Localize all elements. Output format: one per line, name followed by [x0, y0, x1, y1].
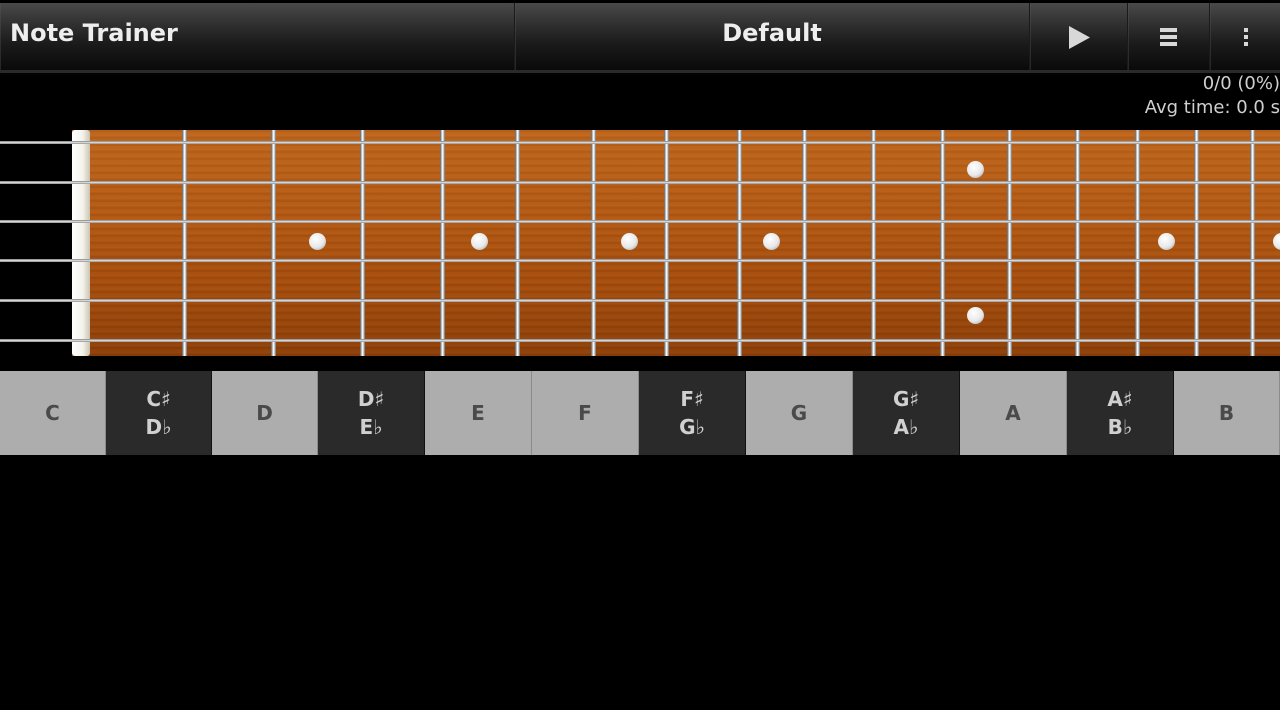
score-text: 0/0 (0%)	[1202, 73, 1280, 94]
note-key-label: C	[45, 401, 60, 425]
note-key-label: B	[1218, 401, 1235, 425]
note-key-c[interactable]: C	[0, 371, 106, 455]
fret-marker-dot	[309, 232, 326, 250]
note-key-g-sharp[interactable]: G♯ A♭	[853, 371, 960, 455]
fret-marker-dot	[1158, 232, 1175, 250]
overflow-menu-button[interactable]	[1209, 3, 1280, 70]
avg-time-text: Avg time: 0.0 s	[1144, 97, 1280, 118]
note-key-g[interactable]: G	[746, 371, 853, 455]
note-key-d-sharp[interactable]: D♯ E♭	[318, 371, 425, 455]
note-key-f-sharp[interactable]: F♯ G♭	[639, 371, 746, 455]
note-key-enharmonic-label: B♭	[1107, 415, 1133, 439]
string-4	[0, 259, 1280, 262]
note-key-d[interactable]: D	[212, 371, 318, 455]
note-key-enharmonic-label: E♭	[359, 415, 383, 439]
note-key-label: D	[256, 401, 273, 425]
fret-4	[440, 130, 445, 356]
note-key-label: C♯	[146, 387, 171, 411]
score-panel: 0/0 (0%) Avg time: 0.0 s	[1145, 72, 1280, 120]
note-key-enharmonic-label: A♭	[893, 415, 919, 439]
nut	[72, 130, 90, 356]
fretboard[interactable]	[0, 128, 1280, 358]
list-menu-icon	[1160, 28, 1177, 46]
note-key-enharmonic-label: D♭	[145, 415, 172, 439]
preset-title: Default	[722, 19, 822, 47]
note-key-label: D♯	[357, 387, 385, 411]
fret-7	[664, 130, 669, 356]
play-icon	[1069, 26, 1090, 49]
fret-13	[1075, 130, 1080, 356]
fret-12	[1007, 130, 1012, 356]
fret-11	[940, 130, 945, 356]
fret-marker-dot	[967, 306, 984, 324]
fretboard-wood	[72, 130, 1280, 356]
note-key-label: G♯	[892, 387, 920, 411]
action-bar: Note Trainer Default	[0, 0, 1280, 73]
string-3	[0, 220, 1280, 223]
note-key-label: F♯	[680, 387, 704, 411]
note-key-b[interactable]: B	[1174, 371, 1280, 455]
note-key-label: G	[790, 401, 808, 425]
fret-marker-dot	[967, 160, 984, 178]
fret-marker-dot	[471, 232, 488, 250]
fret-6	[591, 130, 596, 356]
fret-14	[1135, 130, 1140, 356]
fret-marker-dot	[763, 232, 780, 250]
string-6	[0, 339, 1280, 342]
note-key-a-sharp[interactable]: A♯ B♭	[1067, 371, 1174, 455]
fret-9	[802, 130, 807, 356]
fret-8	[737, 130, 742, 356]
action-bar-divider	[0, 70, 1280, 73]
note-key-a[interactable]: A	[960, 371, 1067, 455]
fret-5	[515, 130, 520, 356]
note-keyboard: C C♯ D♭ D D♯ E♭ E F F♯ G♭ G G♯ A♭ A A♯ B♭ B	[0, 371, 1280, 455]
overflow-menu-icon	[1244, 28, 1248, 46]
fret-2	[271, 130, 276, 356]
note-key-label: A♯	[1107, 387, 1133, 411]
fret-1	[182, 130, 187, 356]
string-1	[0, 141, 1280, 144]
fret-10	[871, 130, 876, 356]
play-button[interactable]	[1029, 3, 1127, 70]
preset-selector[interactable]: Default	[514, 3, 1029, 70]
note-key-label: A	[1005, 401, 1021, 425]
fret-15	[1194, 130, 1199, 356]
string-5	[0, 299, 1280, 302]
note-key-c-sharp[interactable]: C♯ D♭	[106, 371, 212, 455]
note-key-f[interactable]: F	[532, 371, 639, 455]
note-key-label: F	[578, 401, 592, 425]
list-menu-button[interactable]	[1127, 3, 1209, 70]
fret-marker-dot	[621, 232, 638, 250]
note-key-e[interactable]: E	[425, 371, 532, 455]
app-title: Note Trainer	[10, 19, 178, 47]
title-area: Note Trainer	[0, 3, 514, 70]
string-2	[0, 181, 1280, 184]
fret-3	[360, 130, 365, 356]
note-key-label: E	[471, 401, 485, 425]
fret-16	[1250, 130, 1255, 356]
note-key-enharmonic-label: G♭	[679, 415, 705, 439]
